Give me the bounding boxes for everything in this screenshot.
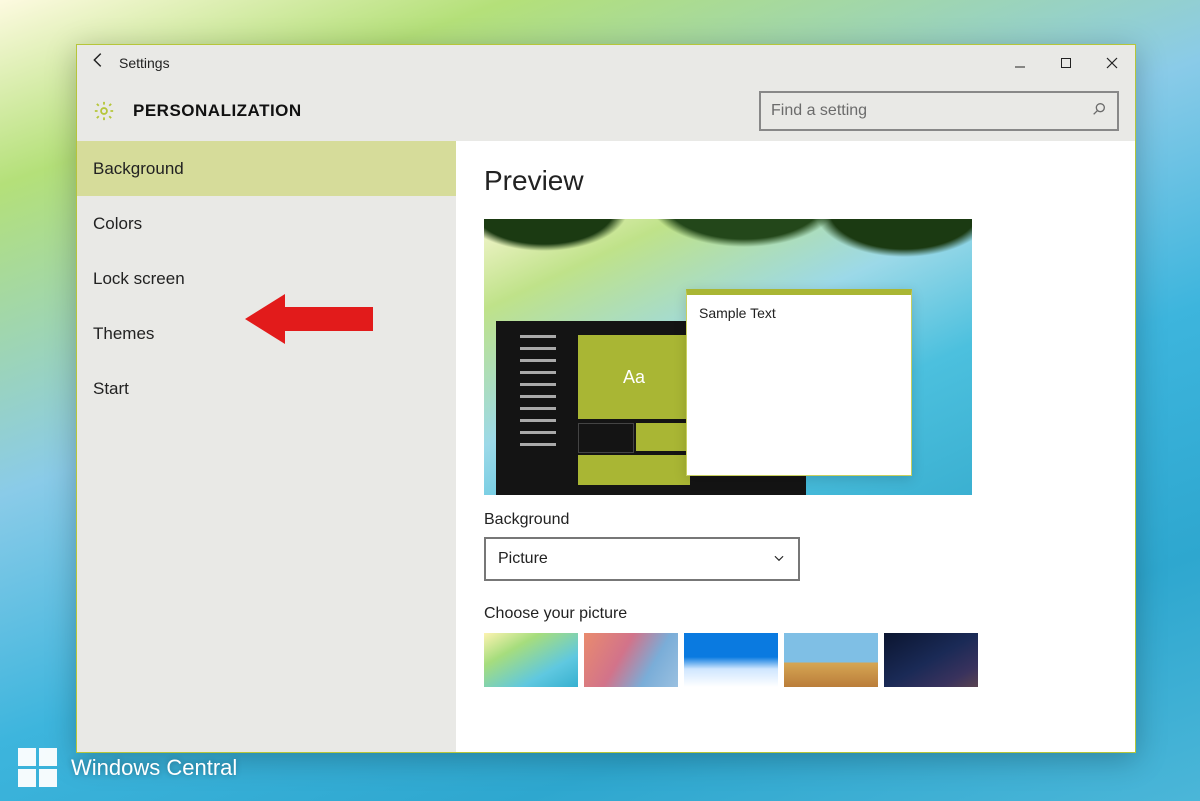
background-field-label: Background xyxy=(484,511,1107,529)
picture-thumbnails xyxy=(484,633,1107,687)
picture-thumb[interactable] xyxy=(584,633,678,687)
sidebar-item-themes[interactable]: Themes xyxy=(77,306,456,361)
preview-heading: Preview xyxy=(484,165,1107,197)
picture-thumb[interactable] xyxy=(684,633,778,687)
content-pane: Preview Aa Sample Text Background Pictur… xyxy=(456,141,1135,752)
sidebar-item-colors[interactable]: Colors xyxy=(77,196,456,251)
background-select-value: Picture xyxy=(498,550,548,568)
sidebar: Background Colors Lock screen Themes Sta… xyxy=(77,141,456,752)
chevron-down-icon xyxy=(772,551,786,568)
maximize-button[interactable] xyxy=(1043,45,1089,81)
close-button[interactable] xyxy=(1089,45,1135,81)
sidebar-item-background[interactable]: Background xyxy=(77,141,456,196)
search-icon xyxy=(1091,101,1107,121)
settings-window: Settings PERSONALIZATION Find a setting xyxy=(76,44,1136,753)
sidebar-item-label: Start xyxy=(93,379,129,399)
picture-thumb[interactable] xyxy=(784,633,878,687)
sidebar-item-label: Lock screen xyxy=(93,269,185,289)
choose-picture-label: Choose your picture xyxy=(484,605,1107,623)
sidebar-item-label: Colors xyxy=(93,214,142,234)
windows-logo-icon xyxy=(18,748,57,787)
sidebar-item-label: Background xyxy=(93,159,184,179)
preview-sample-text: Sample Text xyxy=(699,305,776,321)
picture-thumb[interactable] xyxy=(884,633,978,687)
window-title: Settings xyxy=(119,55,170,71)
page-header-bar: PERSONALIZATION Find a setting xyxy=(77,81,1135,141)
search-input[interactable]: Find a setting xyxy=(759,91,1119,131)
picture-thumb[interactable] xyxy=(484,633,578,687)
background-select[interactable]: Picture xyxy=(484,537,800,581)
search-placeholder: Find a setting xyxy=(771,102,1091,120)
page-title: PERSONALIZATION xyxy=(133,101,302,121)
sidebar-item-label: Themes xyxy=(93,324,154,344)
back-button[interactable] xyxy=(77,49,119,77)
titlebar: Settings xyxy=(77,45,1135,81)
sidebar-item-lock-screen[interactable]: Lock screen xyxy=(77,251,456,306)
preview-sample-window: Sample Text xyxy=(686,289,912,476)
desktop-preview: Aa Sample Text xyxy=(484,219,972,495)
sidebar-item-start[interactable]: Start xyxy=(77,361,456,416)
preview-accent-tile: Aa xyxy=(578,335,690,419)
gear-icon xyxy=(93,100,115,122)
watermark: Windows Central xyxy=(18,748,237,787)
minimize-button[interactable] xyxy=(997,45,1043,81)
watermark-text: Windows Central xyxy=(71,755,237,781)
